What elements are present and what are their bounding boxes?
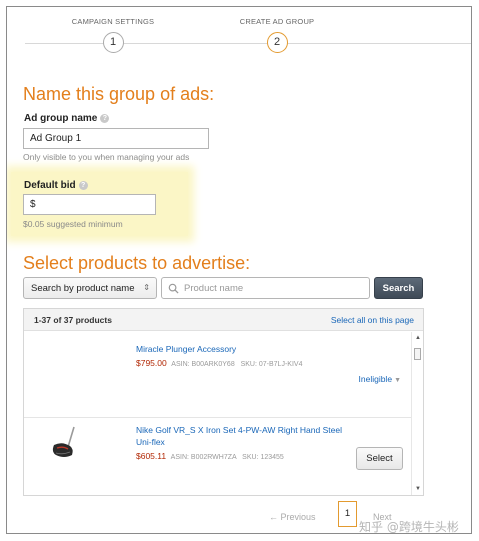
golf-club-image	[52, 426, 75, 457]
step-number: 1	[102, 32, 124, 53]
default-bid-input[interactable]: $	[23, 194, 156, 215]
product-results: 1-37 of 37 products Select all on this p…	[23, 308, 424, 496]
product-asin: ASIN: B002RWH7ZA	[170, 454, 237, 461]
scroll-down-icon[interactable]: ▼	[415, 486, 421, 492]
scrollbar-thumb[interactable]	[414, 348, 421, 360]
product-title-link[interactable]: Miracle Plunger Accessory	[136, 343, 351, 355]
watermark: 知乎 @跨境牛头彬	[359, 520, 459, 534]
step-campaign-settings[interactable]: CAMPAIGN SETTINGS 1	[65, 17, 161, 53]
current-page-number[interactable]: 1	[338, 501, 357, 527]
step-label: CREATE AD GROUP	[239, 17, 315, 26]
default-bid-label-text: Default bid	[24, 180, 76, 191]
search-icon	[168, 283, 179, 294]
search-by-value: Search by product name	[31, 283, 135, 294]
help-icon[interactable]: ?	[100, 113, 110, 123]
product-sku: SKU: 123455	[242, 454, 284, 461]
step-number: 2	[266, 32, 288, 53]
ad-group-name-label: Ad group name?	[24, 113, 110, 124]
step-create-ad-group[interactable]: CREATE AD GROUP 2	[229, 17, 325, 53]
search-by-select[interactable]: Search by product name ⇕	[23, 277, 157, 299]
default-bid-hint: $0.05 suggested minimum	[23, 219, 123, 229]
name-section-heading: Name this group of ads:	[23, 84, 215, 104]
select-all-link[interactable]: Select all on this page	[331, 315, 414, 325]
results-scrollbar[interactable]: ▲ ▼	[411, 332, 423, 495]
product-price: $795.00	[136, 358, 167, 368]
select-arrows-icon: ⇕	[143, 283, 150, 292]
select-product-button[interactable]: Select	[356, 447, 403, 470]
product-meta: $795.00 ASIN: B00ARK0Y68 SKU: 07-B7LJ-KI…	[136, 358, 302, 368]
ad-group-form: CAMPAIGN SETTINGS 1 CREATE AD GROUP 2 Na…	[6, 6, 472, 534]
product-search-input[interactable]: Product name	[161, 277, 370, 299]
products-section-heading: Select products to advertise:	[23, 253, 251, 273]
default-bid-label: Default bid?	[24, 180, 88, 191]
results-header: 1-37 of 37 products Select all on this p…	[24, 309, 423, 331]
ineligible-dropdown[interactable]: Ineligible ▼	[359, 374, 402, 384]
previous-page-link[interactable]: ← Previous	[269, 512, 316, 522]
product-sku: SKU: 07-B7LJ-KIV4	[240, 361, 303, 368]
product-asin: ASIN: B00ARK0Y68	[171, 361, 235, 368]
product-meta: $605.11 ASIN: B002RWH7ZA SKU: 123455	[136, 451, 284, 461]
step-label: CAMPAIGN SETTINGS	[71, 17, 155, 26]
scroll-up-icon[interactable]: ▲	[415, 335, 421, 341]
ad-group-name-input[interactable]: Ad Group 1	[23, 128, 209, 149]
results-count: 1-37 of 37 products	[34, 315, 112, 325]
chevron-down-icon: ▼	[394, 377, 401, 384]
product-title-link[interactable]: Nike Golf VR_S X Iron Set 4-PW-AW Right …	[136, 424, 351, 448]
list-item: Nike Golf VR_S X Iron Set 4-PW-AW Right …	[24, 419, 411, 495]
ad-group-name-label-text: Ad group name	[24, 113, 98, 124]
ad-group-name-hint: Only visible to you when managing your a…	[23, 152, 190, 162]
list-item: Miracle Plunger Accessory $795.00 ASIN: …	[24, 332, 411, 418]
search-button[interactable]: Search	[374, 277, 423, 299]
help-icon[interactable]: ?	[78, 180, 88, 190]
product-price: $605.11	[136, 451, 167, 461]
search-placeholder: Product name	[184, 283, 244, 294]
ineligible-label: Ineligible	[358, 374, 393, 384]
